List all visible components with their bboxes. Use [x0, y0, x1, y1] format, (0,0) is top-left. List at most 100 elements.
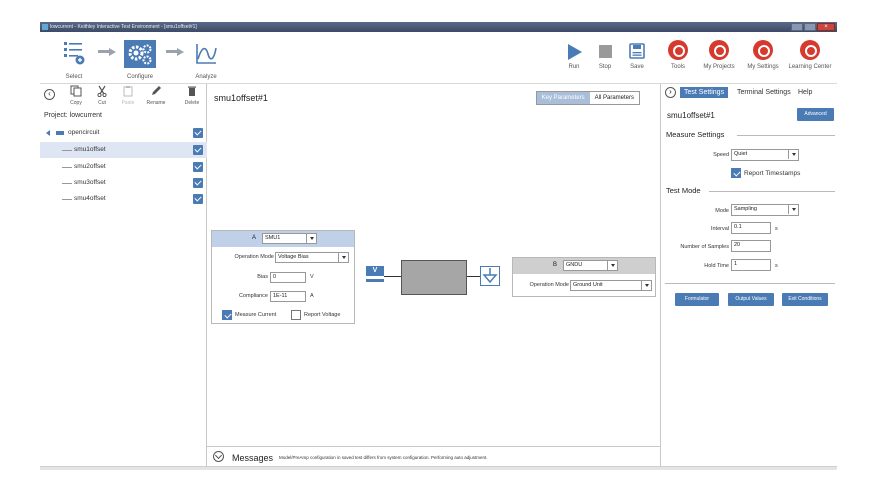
paste-button[interactable]: Paste [116, 85, 140, 106]
device-row-opencircuit[interactable]: opencircuit [40, 125, 207, 141]
mode-label: Mode [715, 208, 729, 214]
parameters-toggle: Key Parameters All Parameters [535, 91, 640, 105]
save-label: Save [630, 64, 644, 70]
rename-button[interactable]: Rename [144, 85, 168, 106]
tree-line [62, 183, 72, 184]
device-checkbox[interactable] [193, 128, 203, 138]
terminal-a-instrument-select[interactable]: SMU1 [262, 233, 317, 244]
tools-button[interactable]: Tools [664, 40, 692, 70]
key-parameters-tab[interactable]: Key Parameters [536, 92, 590, 104]
test-checkbox[interactable] [193, 178, 203, 188]
save-button[interactable]: Save [624, 42, 650, 70]
delete-button[interactable]: Delete [180, 85, 204, 106]
chevron-down-icon [607, 261, 617, 270]
minimize-button[interactable] [791, 23, 803, 31]
test-checkbox[interactable] [193, 145, 203, 155]
test-row-smu4offset[interactable]: smu4offset [40, 191, 207, 207]
hold-time-input[interactable]: 1 [731, 259, 771, 271]
play-icon [568, 44, 582, 60]
tab-test-settings[interactable]: Test Settings [680, 87, 729, 98]
compliance-label: Compliance [238, 293, 268, 299]
report-voltage-checkbox[interactable] [291, 310, 301, 320]
test-checkbox[interactable] [193, 162, 203, 172]
run-button[interactable]: Run [562, 42, 586, 70]
test-name: smu1offset [74, 146, 106, 153]
expand-arrow-icon[interactable] [46, 130, 50, 136]
list-add-icon [64, 42, 85, 65]
bias-input[interactable]: 0 [270, 272, 306, 283]
cut-button[interactable]: Cut [90, 85, 114, 106]
tree-line [62, 199, 72, 200]
measure-current-checkbox[interactable] [222, 310, 232, 320]
configure-button[interactable]: Configure [120, 40, 160, 80]
device-name: opencircuit [68, 129, 100, 136]
stop-label: Stop [598, 64, 612, 70]
chevron-down-icon [338, 253, 348, 262]
trash-icon [188, 86, 196, 96]
speed-select[interactable]: Quiet [731, 149, 799, 161]
arrow-right-icon [98, 48, 116, 56]
terminal-b-operation-mode-select[interactable]: Ground Unit [570, 280, 652, 291]
maximize-button[interactable] [804, 23, 816, 31]
analyze-button[interactable]: Analyze [188, 40, 224, 80]
close-button[interactable]: × [817, 23, 835, 31]
tools-icon [668, 40, 688, 60]
projects-icon [709, 40, 729, 60]
messages-title: Messages [232, 453, 274, 463]
expand-messages-icon[interactable] [213, 451, 224, 462]
my-projects-button[interactable]: My Projects [700, 40, 738, 70]
terminal-a-header: A SMU1 [212, 231, 354, 247]
mode-select[interactable]: Sampling [731, 204, 799, 216]
cut-label: Cut [98, 100, 106, 106]
clipboard-icon [123, 86, 133, 97]
copy-icon [70, 85, 82, 97]
settings-gear-icon [753, 40, 773, 60]
rename-label: Rename [146, 100, 166, 106]
test-configuration-panel: smu1offset#1 Key Parameters All Paramete… [207, 84, 660, 466]
learning-center-button[interactable]: Learning Center [786, 40, 834, 70]
operation-mode-select[interactable]: Voltage Bias [275, 252, 349, 263]
test-checkbox[interactable] [193, 194, 203, 204]
ground-icon [480, 266, 500, 286]
interval-input[interactable]: 0.1 [731, 222, 771, 234]
terminal-b-instrument-select[interactable]: GNDU [563, 260, 618, 271]
measure-current-label: Measure Current [235, 312, 277, 318]
report-timestamps-label: Report Timestamps [744, 170, 801, 177]
number-of-samples-input[interactable]: 20 [731, 240, 771, 252]
project-label: Project: lowcurrent [44, 112, 102, 119]
test-name-label: smu1offset#1 [667, 111, 715, 120]
tab-help[interactable]: Help [794, 87, 816, 98]
advanced-button[interactable]: Advanced [797, 108, 834, 121]
settings-tabs: › Test Settings Terminal Settings Help [661, 84, 838, 102]
terminal-a-card: A SMU1 Operation Mode Voltage Bias Bias … [211, 230, 355, 324]
learning-center-label: Learning Center [788, 64, 832, 70]
device-under-test [401, 260, 467, 295]
pencil-icon [152, 86, 161, 95]
test-row-smu3offset[interactable]: smu3offset [40, 175, 207, 191]
test-name: smu3offset [74, 179, 106, 186]
my-settings-button[interactable]: My Settings [744, 40, 782, 70]
collapse-panel-button[interactable]: ‹ [44, 89, 55, 100]
compliance-input[interactable]: 1E-11 [270, 291, 306, 302]
stop-button[interactable]: Stop [592, 42, 618, 70]
arrow-right-icon [166, 48, 184, 56]
test-row-smu1offset[interactable]: smu1offset [40, 142, 207, 158]
tab-terminal-settings[interactable]: Terminal Settings [733, 87, 795, 98]
learning-center-icon [800, 40, 820, 60]
formulator-button[interactable]: Formulator [675, 293, 719, 306]
gears-icon [124, 40, 156, 68]
device-icon [56, 131, 64, 135]
collapse-right-panel-icon[interactable]: › [665, 87, 676, 98]
report-timestamps-checkbox[interactable] [731, 168, 741, 178]
test-row-smu2offset[interactable]: smu2offset [40, 159, 207, 175]
copy-button[interactable]: Copy [64, 85, 88, 106]
window-title-bar: lowcurrent - Keithley Interactive Test E… [40, 22, 837, 32]
exit-conditions-button[interactable]: Exit Conditions [782, 293, 828, 306]
output-values-button[interactable]: Output Values [728, 293, 774, 306]
tools-label: Tools [670, 64, 685, 70]
chevron-down-icon [788, 150, 798, 159]
select-button[interactable]: Select [54, 40, 94, 80]
all-parameters-tab[interactable]: All Parameters [589, 92, 639, 104]
operation-mode-value: Ground Unit [573, 282, 603, 288]
bias-unit: V [310, 274, 314, 280]
